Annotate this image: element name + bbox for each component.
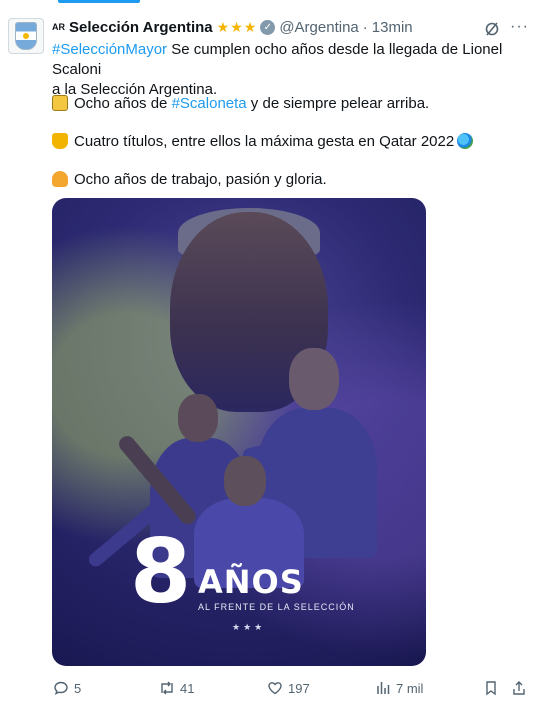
heart-icon: [266, 679, 284, 697]
views-count: 7 mil: [396, 680, 424, 696]
coach-figure-3-head: [178, 394, 218, 442]
bookmark-icon: [482, 679, 500, 697]
trophy-emoji-icon: [52, 133, 68, 149]
reply-icon: [52, 679, 70, 697]
user-handle[interactable]: @Argentina: [279, 19, 358, 36]
share-icon: [510, 679, 528, 697]
stars-badge-icon: ★★★: [216, 18, 258, 35]
para4-text: Ocho años de trabajo, pasión y gloria.: [74, 171, 327, 188]
image-stars-icon: ★★★: [232, 622, 266, 632]
repost-count: 41: [180, 680, 195, 696]
tweet-header: AR Selección Argentina ★★★ ✓ @Argentina …: [52, 17, 413, 37]
tweet-paragraph-4: Ocho años de trabajo, pasión y gloria.: [52, 170, 522, 190]
coach-figure-4-head: [224, 456, 266, 506]
tweet-paragraph-2: Ocho años de #Scaloneta y de siempre pel…: [52, 94, 522, 114]
tweet-paragraph-3: Cuatro títulos, entre ellos la máxima ge…: [52, 132, 522, 152]
verified-badge-icon: ✓: [260, 19, 276, 35]
country-flag-label: AR: [52, 22, 65, 32]
like-count: 197: [288, 680, 310, 696]
image-word: AÑOS: [198, 563, 304, 601]
image-subtitle: AL FRENTE DE LA SELECCIÓN: [198, 602, 355, 612]
hands-emoji-icon: [52, 171, 68, 187]
para2-suffix: y de siempre pelear arriba.: [246, 95, 430, 112]
bus-emoji-icon: [52, 95, 68, 111]
globe-emoji-icon: [457, 133, 474, 149]
image-number: 8: [130, 520, 192, 623]
avatar[interactable]: [8, 18, 44, 54]
hashtag-seleccion-mayor[interactable]: #SelecciónMayor: [52, 41, 167, 58]
bar-chart-icon: [374, 679, 392, 697]
hashtag-scaloneta[interactable]: #Scaloneta: [172, 95, 247, 112]
tweet-paragraph-1: #SelecciónMayor Se cumplen ocho años des…: [52, 40, 522, 100]
like-button[interactable]: 197: [266, 678, 310, 698]
separator: ·: [362, 18, 368, 36]
tweet-image[interactable]: 8 AÑOS AL FRENTE DE LA SELECCIÓN ★★★: [52, 198, 426, 666]
timestamp[interactable]: 13min: [372, 19, 413, 36]
repost-icon: [158, 679, 176, 697]
repost-button[interactable]: 41: [158, 678, 194, 698]
reply-button[interactable]: 5: [52, 678, 81, 698]
grok-icon[interactable]: [483, 20, 501, 38]
coach-figure-2-head: [289, 348, 339, 410]
display-name[interactable]: Selección Argentina: [69, 19, 213, 36]
top-indicator: [58, 0, 140, 3]
afa-crest-icon: [15, 22, 37, 50]
more-options-icon[interactable]: ···: [510, 18, 528, 36]
tweet-actions: 5 41 197 7 mil: [52, 678, 532, 698]
bookmark-button[interactable]: [482, 678, 504, 698]
reply-count: 5: [74, 680, 82, 696]
views-button[interactable]: 7 mil: [374, 678, 423, 698]
para2-prefix: Ocho años de: [74, 95, 172, 112]
share-button[interactable]: [510, 678, 532, 698]
para3-text: Cuatro títulos, entre ellos la máxima ge…: [74, 133, 455, 150]
